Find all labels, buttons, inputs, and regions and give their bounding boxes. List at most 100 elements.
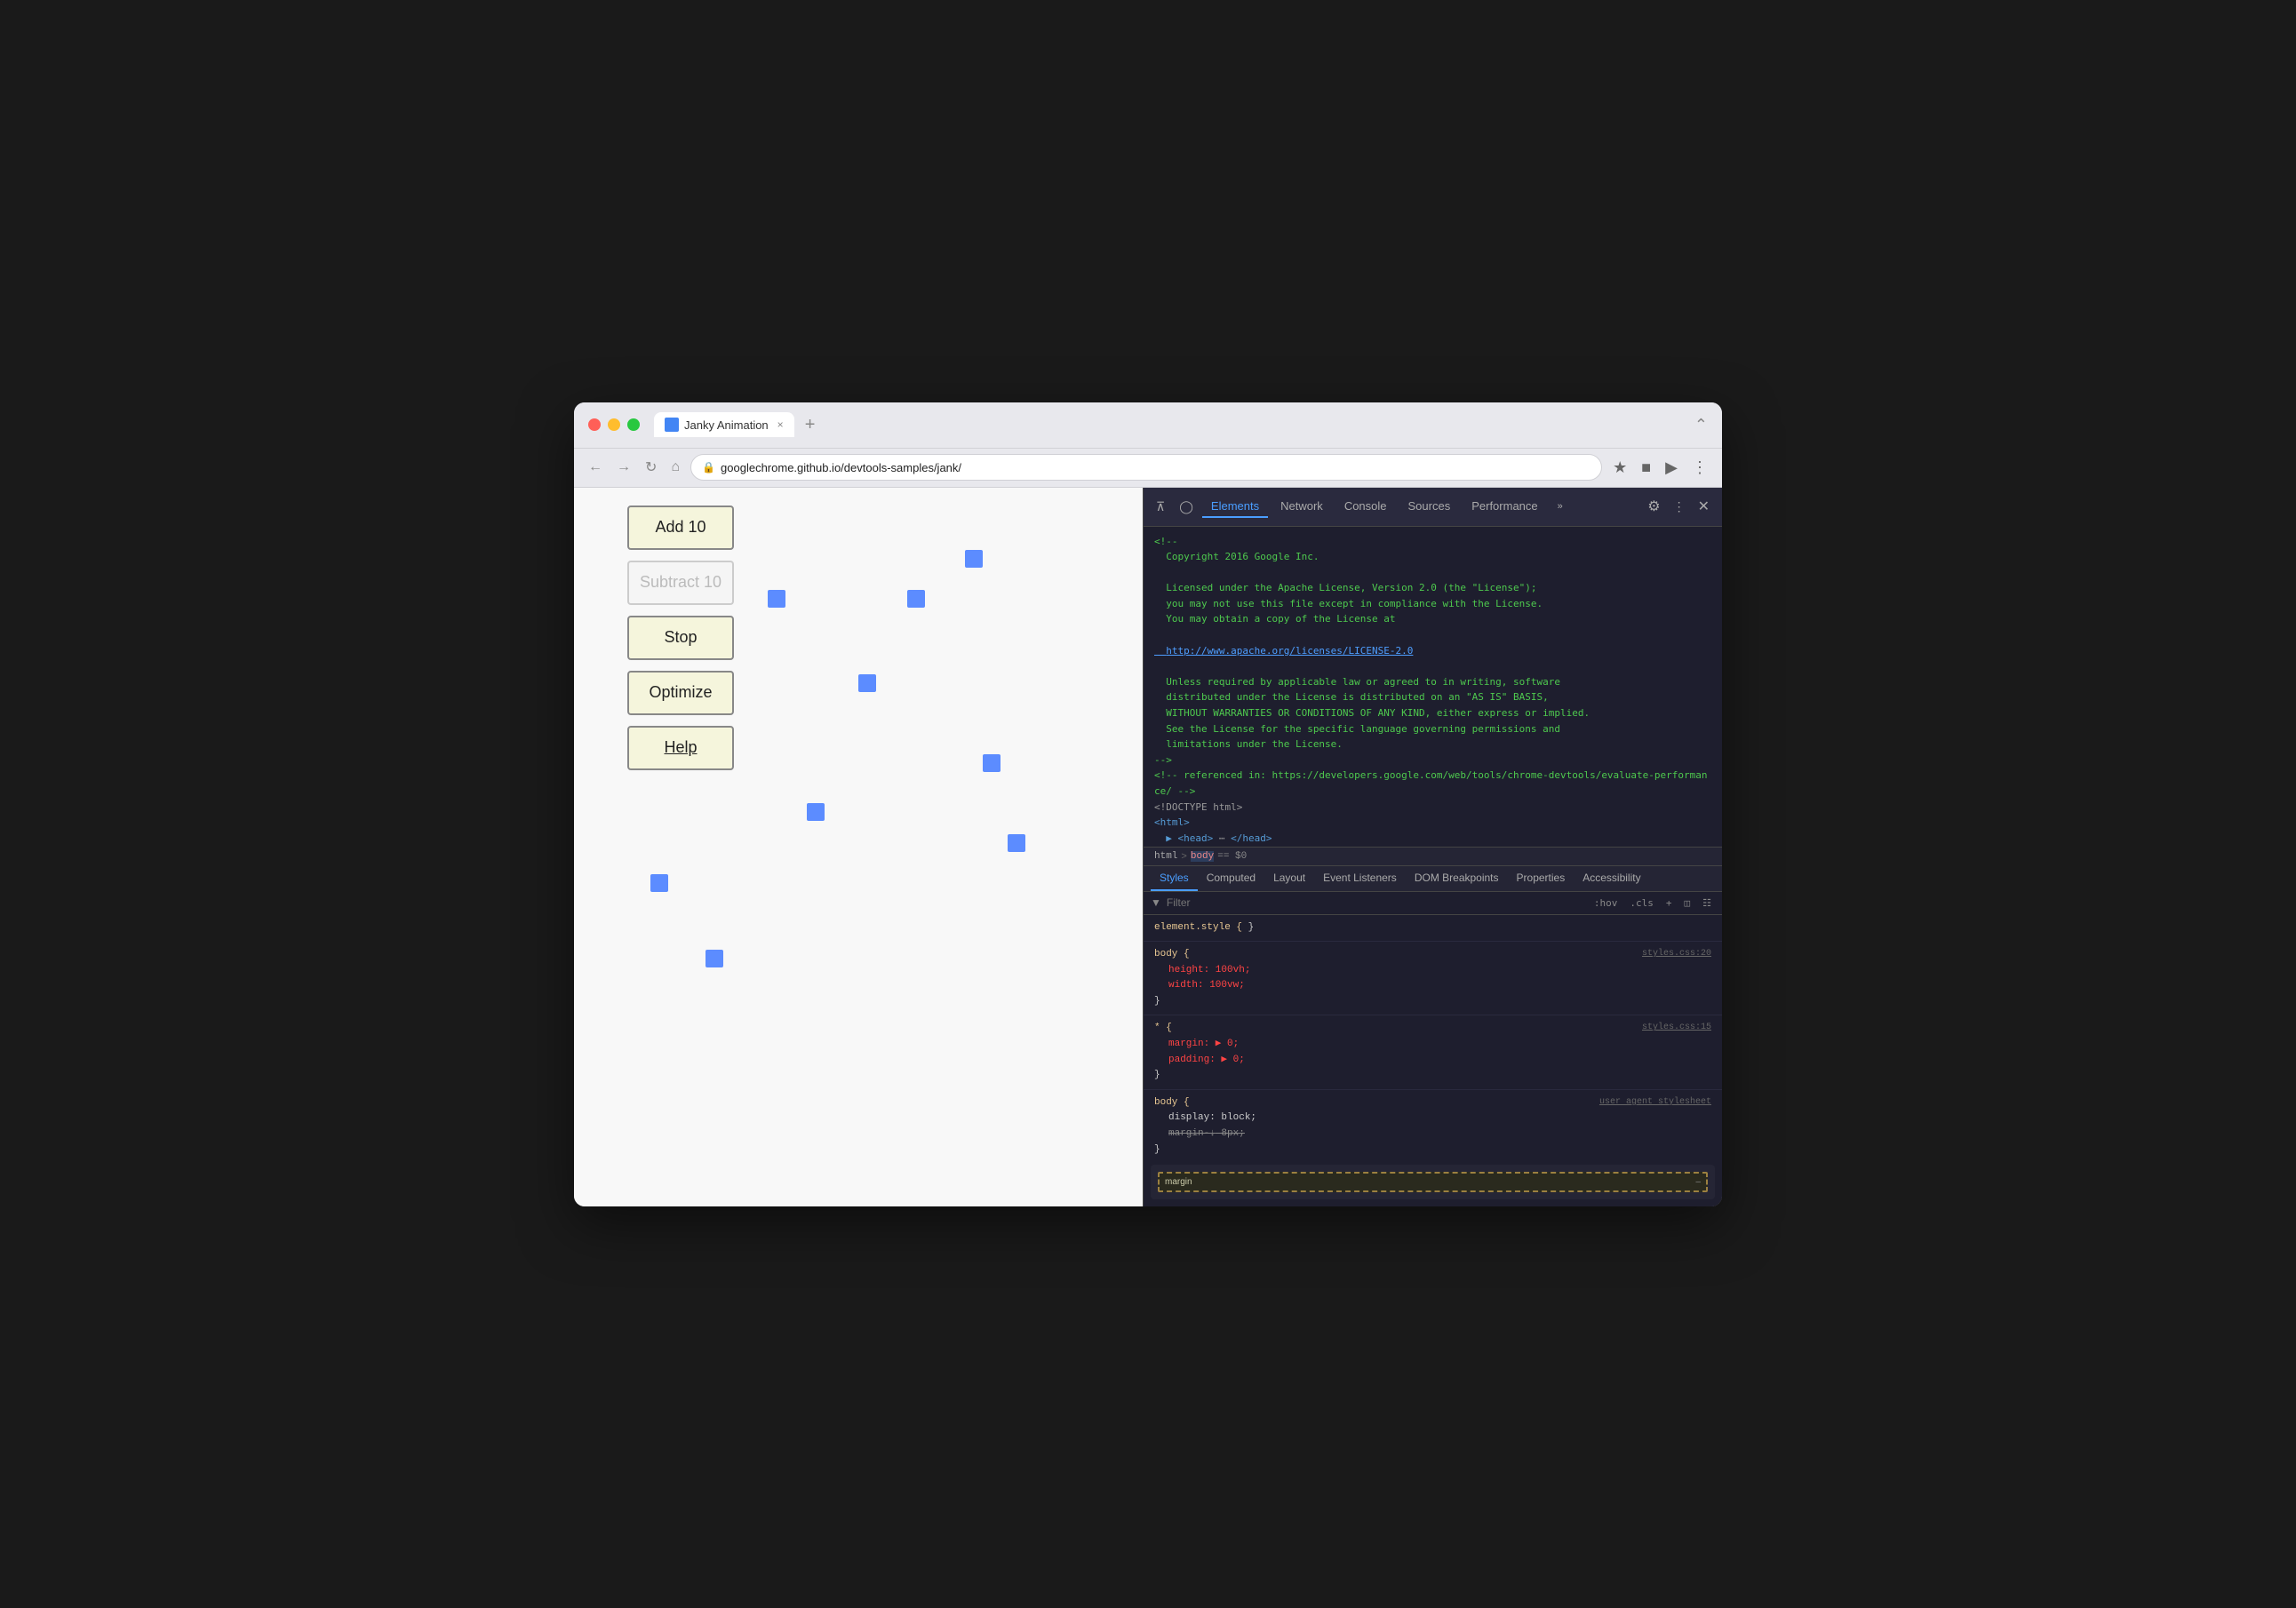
devtools-close-button[interactable]: ✕ [1693,494,1715,519]
filter-hov-button[interactable]: :hov [1590,896,1622,911]
filter-icon: ▼ [1151,896,1161,909]
bounce-square [650,874,668,892]
css-source-link[interactable]: styles.css:15 [1642,1021,1711,1035]
extensions-button[interactable]: ■ [1638,455,1654,481]
page-area: Add 10 Subtract 10 Stop Optimize Help [574,488,1143,1206]
filter-input[interactable] [1167,896,1585,909]
close-traffic-light[interactable] [588,418,601,431]
main-content: Add 10 Subtract 10 Stop Optimize Help ⊼ … [574,488,1722,1206]
reload-button[interactable]: ↻ [642,455,660,480]
tab-favicon [665,418,679,432]
profile-button[interactable]: ▶ [1662,455,1681,481]
bounce-square [768,590,785,608]
bt-tab-computed[interactable]: Computed [1198,866,1264,891]
bt-tab-properties[interactable]: Properties [1508,866,1575,891]
filter-box-button[interactable]: ◫ [1681,896,1694,911]
new-tab-button[interactable]: + [805,416,816,434]
css-selector: element.style { [1154,922,1242,933]
css-selector: * { [1154,1023,1172,1033]
bookmark-button[interactable]: ★ [1609,455,1630,481]
button-panel: Add 10 Subtract 10 Stop Optimize Help [627,505,734,770]
subtract-10-button[interactable]: Subtract 10 [627,561,734,605]
breadcrumb-sep: > [1181,851,1186,862]
css-block-body-1: styles.css:20 body { height: 100vh; widt… [1144,942,1722,1015]
devtools-more-button[interactable]: ⋮ [1670,496,1689,518]
tab-sources[interactable]: Sources [1399,496,1460,518]
bt-tab-layout[interactable]: Layout [1264,866,1314,891]
bounce-square [983,754,1001,772]
css-source-link[interactable]: styles.css:20 [1642,947,1711,961]
css-close: } [1154,1070,1160,1080]
forward-button[interactable]: → [613,456,634,479]
css-block-element-style: element.style { } [1144,915,1722,943]
filter-cls-button[interactable]: .cls [1626,896,1657,911]
breadcrumb-html[interactable]: html [1154,851,1177,862]
css-user-agent-label: user agent stylesheet [1599,1095,1711,1110]
element-breadcrumb: html > body == $0 [1144,847,1722,866]
tab-network[interactable]: Network [1272,496,1332,518]
stop-button[interactable]: Stop [627,616,734,660]
tab-performance[interactable]: Performance [1463,496,1546,518]
styles-panel: ▼ :hov .cls + ◫ ☷ element.style { } [1144,892,1722,1206]
help-button[interactable]: Help [627,726,734,770]
css-property-width: width: 100vw; [1168,978,1711,994]
css-property-margin-strike: margin-↓ 8px; [1168,1126,1711,1142]
tab-elements[interactable]: Elements [1202,496,1268,518]
devtools-html-panel: <!-- Copyright 2016 Google Inc. Licensed… [1144,527,1722,847]
css-property-padding: padding: ▶ 0; [1168,1053,1711,1069]
menu-button[interactable]: ⋮ [1688,455,1711,481]
css-close: } [1154,1144,1160,1155]
minimize-traffic-light[interactable] [608,418,620,431]
window-control[interactable]: ⌃ [1694,416,1708,434]
inspect-element-button[interactable]: ⊼ [1151,496,1170,518]
browser-tab[interactable]: Janky Animation × [654,412,794,437]
device-toolbar-button[interactable]: ◯ [1174,496,1199,518]
css-property-height: height: 100vh; [1168,963,1711,979]
bounce-square [965,550,983,568]
bounce-square [907,590,925,608]
maximize-traffic-light[interactable] [627,418,640,431]
css-property-display: display: block; [1168,1110,1711,1126]
traffic-lights [588,418,640,431]
css-block-star: styles.css:15 * { margin: ▶ 0; padding: … [1144,1015,1722,1089]
filter-add-button[interactable]: + [1662,896,1676,911]
back-button[interactable]: ← [585,456,606,479]
devtools-toolbar: ⊼ ◯ Elements Network Console Sources Per… [1144,488,1722,527]
tab-close-button[interactable]: × [777,418,784,431]
tab-title: Janky Animation [684,418,769,432]
bt-tab-styles[interactable]: Styles [1151,866,1198,891]
optimize-button[interactable]: Optimize [627,671,734,715]
css-selector: body { [1154,949,1190,959]
bt-tab-event-listeners[interactable]: Event Listeners [1314,866,1406,891]
add-10-button[interactable]: Add 10 [627,505,734,550]
title-bar: Janky Animation × + ⌃ [574,402,1722,449]
nav-actions: ★ ■ ▶ ⋮ [1609,455,1711,481]
address-bar[interactable]: 🔒 googlechrome.github.io/devtools-sample… [690,454,1602,481]
box-model-margin-label: margin [1160,1175,1198,1189]
bounce-square [706,950,723,967]
box-model-area: margin – [1151,1165,1715,1199]
breadcrumb-dollar: == $0 [1217,851,1247,862]
bounce-square [1008,834,1025,852]
bt-tab-accessibility[interactable]: Accessibility [1574,866,1649,891]
filter-actions: :hov .cls + ◫ ☷ [1590,896,1715,911]
address-lock-icon: 🔒 [702,461,715,474]
bounce-square [858,674,876,692]
css-close: } [1154,996,1160,1007]
css-close: } [1248,922,1255,933]
css-area: element.style { } styles.css:20 body { h… [1144,915,1722,1158]
tab-console[interactable]: Console [1335,496,1396,518]
filter-bar: ▼ :hov .cls + ◫ ☷ [1144,892,1722,915]
nav-bar: ← → ↻ ⌂ 🔒 googlechrome.github.io/devtool… [574,449,1722,488]
filter-grid-button[interactable]: ☷ [1699,896,1715,911]
address-text: googlechrome.github.io/devtools-samples/… [721,461,1590,474]
bounce-square [807,803,825,821]
css-property-margin: margin: ▶ 0; [1168,1037,1711,1053]
browser-window: Janky Animation × + ⌃ ← → ↻ ⌂ 🔒 googlech… [574,402,1722,1206]
bt-tab-dom-breakpoints[interactable]: DOM Breakpoints [1406,866,1508,891]
breadcrumb-body[interactable]: body [1191,851,1214,862]
devtools-panel: ⊼ ◯ Elements Network Console Sources Per… [1143,488,1722,1206]
devtools-settings-button[interactable]: ⚙ [1642,494,1665,519]
home-button[interactable]: ⌂ [667,456,683,479]
more-tabs-button[interactable]: » [1551,498,1570,515]
